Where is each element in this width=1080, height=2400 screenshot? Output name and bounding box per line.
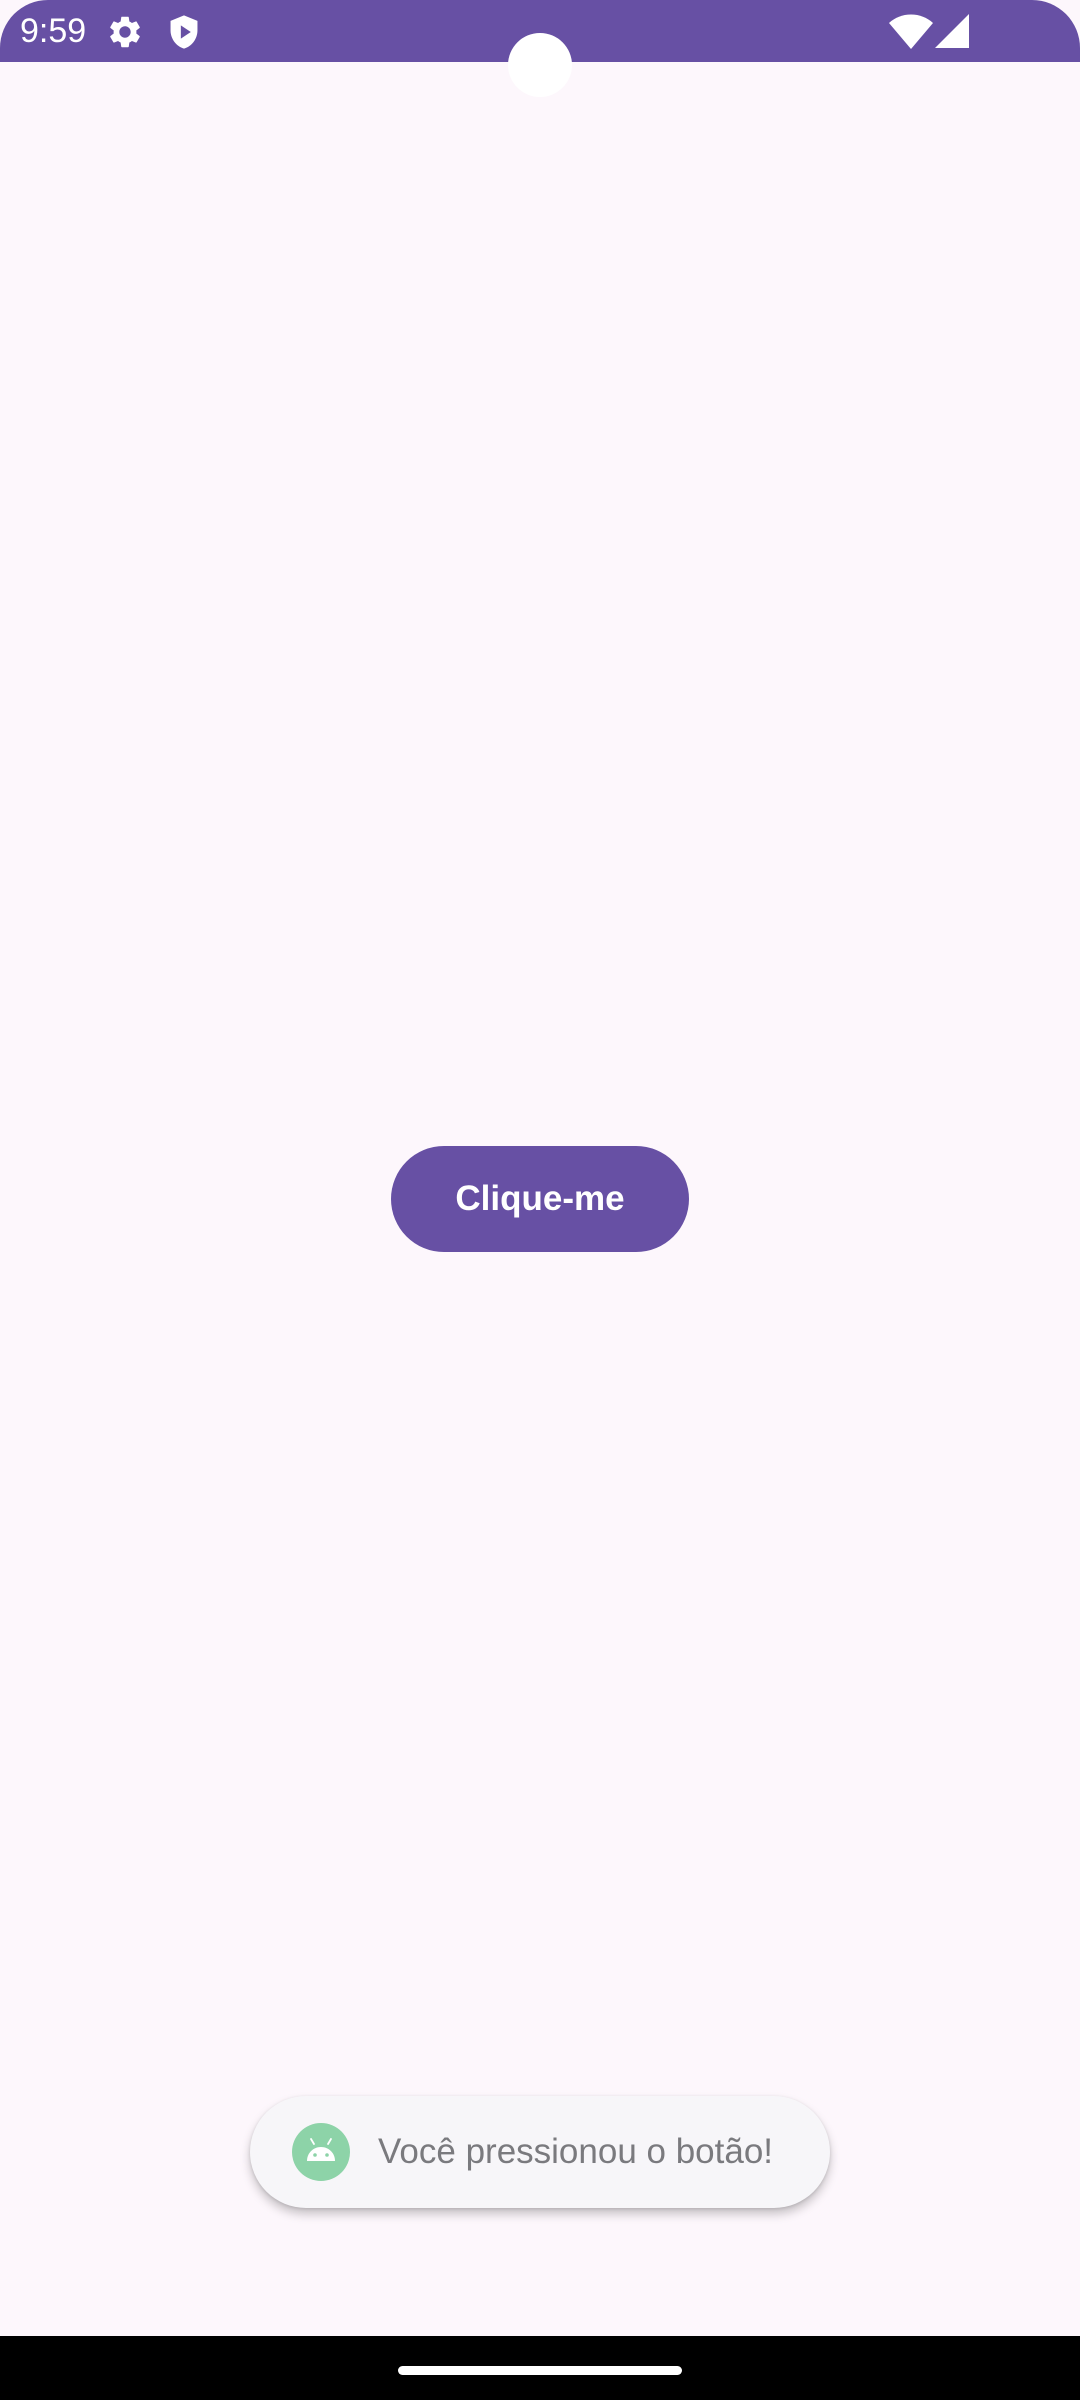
- app-screen: 9:59 Clique-me Você pressionou o botão!: [0, 0, 1080, 2400]
- shield-play-icon: [165, 13, 203, 51]
- toast-text: Você pressionou o botão!: [378, 2132, 774, 2171]
- camera-cutout: [508, 33, 572, 97]
- gesture-handle[interactable]: [398, 2366, 682, 2375]
- status-time: 9:59: [20, 12, 87, 50]
- navigation-bar: [0, 2336, 1080, 2400]
- click-me-button[interactable]: Clique-me: [391, 1146, 689, 1252]
- gear-icon: [106, 13, 144, 51]
- wifi-icon: [889, 14, 933, 50]
- android-icon: [292, 2123, 350, 2181]
- toast-message: Você pressionou o botão!: [250, 2096, 830, 2208]
- signal-icon: [935, 14, 969, 48]
